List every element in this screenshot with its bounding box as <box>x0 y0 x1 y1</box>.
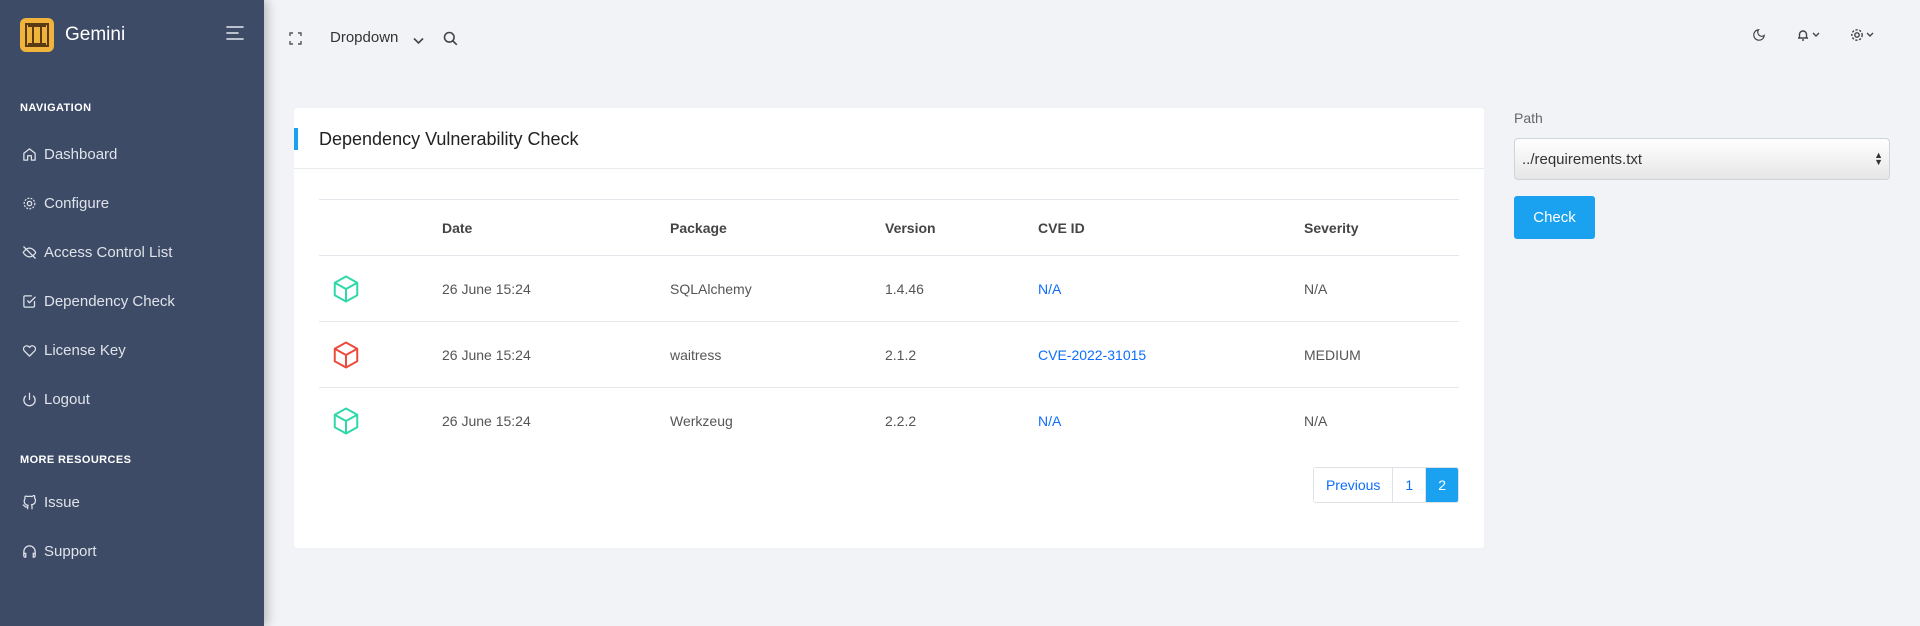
eye-off-icon <box>22 246 37 259</box>
table-row: 26 June 15:24 SQLAlchemy 1.4.46 N/A N/A <box>319 256 1459 322</box>
card-accent-bar <box>294 128 298 150</box>
cell-date: 26 June 15:24 <box>442 346 531 363</box>
gemini-logo-icon <box>20 18 54 52</box>
cell-package: SQLAlchemy <box>670 280 752 297</box>
card-header: Dependency Vulnerability Check <box>294 108 1484 169</box>
sidebar-item-label: Configure <box>44 195 110 212</box>
fullscreen-icon[interactable] <box>289 32 302 50</box>
settings-gear-icon[interactable] <box>1850 28 1878 47</box>
table-header-row: Date Package Version CVE ID Severity <box>319 200 1459 256</box>
package-cube-icon <box>331 406 361 436</box>
table-row: 26 June 15:24 waitress 2.1.2 CVE-2022-31… <box>319 322 1459 388</box>
cell-cve-link[interactable]: N/A <box>1038 281 1061 297</box>
sidebar-item-label: Logout <box>44 391 90 408</box>
column-header-cve-id: CVE ID <box>1038 219 1085 236</box>
column-header-version: Version <box>885 219 936 236</box>
cell-severity: N/A <box>1304 280 1328 297</box>
section-title-navigation: NAVIGATION <box>20 102 92 114</box>
bell-icon[interactable] <box>1796 28 1824 47</box>
moon-icon[interactable] <box>1752 28 1766 47</box>
sidebar-item-label: License Key <box>44 342 126 359</box>
dropdown-menu[interactable]: Dropdown <box>330 29 398 46</box>
chevron-down-icon[interactable] <box>413 32 424 50</box>
sidebar-item-label: Dependency Check <box>44 293 175 310</box>
sidebar: Gemini NAVIGATION Dashboard Configure Ac… <box>0 0 264 626</box>
path-select-value: ../requirements.txt <box>1522 150 1643 168</box>
sidebar-item-label: Support <box>44 543 97 560</box>
cell-cve-link[interactable]: N/A <box>1038 413 1061 429</box>
pagination: Previous 1 2 <box>1312 467 1459 503</box>
path-label: Path <box>1514 110 1543 126</box>
sidebar-item-license-key[interactable]: License Key <box>0 326 264 375</box>
sidebar-item-configure[interactable]: Configure <box>0 179 264 228</box>
cell-version: 2.2.2 <box>885 413 917 429</box>
cell-package: Werkzeug <box>670 413 733 429</box>
power-icon <box>23 392 36 407</box>
pagination-previous-button[interactable]: Previous <box>1313 468 1393 502</box>
gear-icon <box>23 197 36 210</box>
heart-icon <box>22 345 37 357</box>
package-cube-icon <box>331 274 361 304</box>
section-title-more-resources: MORE RESOURCES <box>20 454 132 466</box>
cell-version: 2.1.2 <box>885 346 917 363</box>
path-select[interactable]: ../requirements.txt ▲ ▼ <box>1514 138 1890 180</box>
sidebar-item-issue[interactable]: Issue <box>0 478 264 527</box>
cell-version: 1.4.46 <box>885 280 924 297</box>
check-square-icon <box>23 295 36 308</box>
menu-toggle-icon[interactable] <box>226 26 244 45</box>
sidebar-item-logout[interactable]: Logout <box>0 375 264 424</box>
sidebar-item-label: Access Control List <box>44 244 173 261</box>
sidebar-item-label: Issue <box>44 494 80 511</box>
brand[interactable]: Gemini <box>0 0 264 70</box>
sidebar-item-dashboard[interactable]: Dashboard <box>0 130 264 179</box>
search-icon[interactable] <box>443 31 458 51</box>
check-button[interactable]: Check <box>1514 196 1595 239</box>
sidebar-item-support[interactable]: Support <box>0 527 264 576</box>
sidebar-item-access-control-list[interactable]: Access Control List <box>0 228 264 277</box>
github-icon <box>22 495 37 510</box>
cell-package: waitress <box>670 346 722 363</box>
column-header-package: Package <box>670 219 727 236</box>
column-header-date: Date <box>442 219 473 236</box>
cell-date: 26 June 15:24 <box>442 280 531 297</box>
cell-cve-link[interactable]: CVE-2022-31015 <box>1038 347 1146 363</box>
cell-severity: MEDIUM <box>1304 346 1361 363</box>
brand-name: Gemini <box>65 24 126 45</box>
pagination-page-2[interactable]: 2 <box>1425 468 1458 502</box>
cell-severity: N/A <box>1304 413 1328 429</box>
package-cube-icon <box>331 340 361 370</box>
cell-date: 26 June 15:24 <box>442 413 531 429</box>
card-title: Dependency Vulnerability Check <box>319 129 579 149</box>
sidebar-item-dependency-check[interactable]: Dependency Check <box>0 277 264 326</box>
headphones-icon <box>23 545 36 558</box>
sidebar-item-label: Dashboard <box>44 146 118 163</box>
home-icon <box>23 148 36 161</box>
vulnerability-table: Date Package Version CVE ID Severity 26 … <box>319 199 1459 454</box>
table-row: 26 June 15:24 Werkzeug 2.2.2 N/A N/A <box>319 388 1459 454</box>
column-header-severity: Severity <box>1304 219 1359 236</box>
select-arrows-icon: ▲ ▼ <box>1874 150 1883 167</box>
pagination-page-1[interactable]: 1 <box>1392 468 1426 502</box>
dependency-check-card: Dependency Vulnerability Check Date Pack… <box>294 108 1484 548</box>
